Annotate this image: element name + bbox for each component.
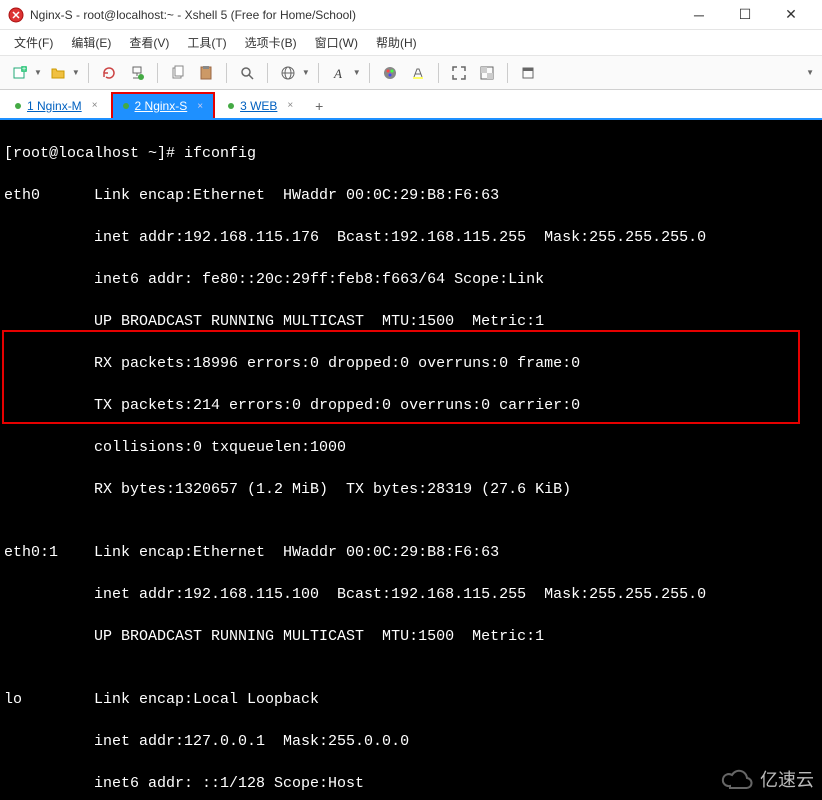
copy-icon[interactable] (166, 61, 190, 85)
open-icon[interactable] (46, 61, 70, 85)
separator (438, 63, 439, 83)
maximize-button[interactable]: ☐ (722, 0, 768, 30)
tabbar: 1 Nginx-M × 2 Nginx-S × 3 WEB × + (0, 90, 822, 120)
font-icon[interactable]: A (327, 61, 351, 85)
dropdown-icon[interactable]: ▼ (302, 68, 310, 77)
separator (226, 63, 227, 83)
menu-tools[interactable]: 工具(T) (183, 32, 230, 53)
transparency-icon[interactable] (475, 61, 499, 85)
svg-text:+: + (22, 66, 26, 73)
toolbar: + ▼ ▼ ▼ A ▼ ▼ (0, 56, 822, 90)
separator (318, 63, 319, 83)
menu-view[interactable]: 查看(V) (125, 32, 173, 53)
terminal-line: collisions:0 txqueuelen:1000 (4, 437, 818, 458)
watermark: 亿速云 (720, 766, 814, 792)
terminal-line: lo Link encap:Local Loopback (4, 689, 818, 710)
new-session-icon[interactable]: + (8, 61, 32, 85)
titlebar: Nginx-S - root@localhost:~ - Xshell 5 (F… (0, 0, 822, 30)
menu-edit[interactable]: 编辑(E) (67, 32, 115, 53)
terminal-line: [root@localhost ~]# ifconfig (4, 143, 818, 164)
terminal-line: RX packets:18996 errors:0 dropped:0 over… (4, 353, 818, 374)
status-dot-icon (15, 103, 21, 109)
terminal-line: inet addr:192.168.115.100 Bcast:192.168.… (4, 584, 818, 605)
window-controls: ─ ☐ ✕ (676, 0, 814, 30)
toolbar-overflow-icon[interactable]: ▼ (806, 68, 814, 77)
dropdown-icon[interactable]: ▼ (72, 68, 80, 77)
terminal-line: eth0 Link encap:Ethernet HWaddr 00:0C:29… (4, 185, 818, 206)
menu-file[interactable]: 文件(F) (10, 32, 57, 53)
tab-label: 2 Nginx-S (135, 99, 188, 113)
status-dot-icon (228, 103, 234, 109)
find-icon[interactable] (235, 61, 259, 85)
terminal-line: inet addr:127.0.0.1 Mask:255.0.0.0 (4, 731, 818, 752)
separator (507, 63, 508, 83)
terminal[interactable]: [root@localhost ~]# ifconfig eth0 Link e… (0, 120, 822, 800)
menubar: 文件(F) 编辑(E) 查看(V) 工具(T) 选项卡(B) 窗口(W) 帮助(… (0, 30, 822, 56)
reconnect-icon[interactable] (97, 61, 121, 85)
watermark-text: 亿速云 (760, 766, 814, 792)
tab-nginx-s[interactable]: 2 Nginx-S × (111, 92, 216, 118)
close-button[interactable]: ✕ (768, 0, 814, 30)
minimize-button[interactable]: ─ (676, 0, 722, 30)
terminal-line: UP BROADCAST RUNNING MULTICAST MTU:1500 … (4, 626, 818, 647)
close-icon[interactable]: × (197, 101, 203, 112)
close-icon[interactable]: × (287, 100, 293, 111)
menu-window[interactable]: 窗口(W) (311, 32, 362, 53)
tab-label: 1 Nginx-M (27, 99, 82, 113)
svg-text:A: A (333, 66, 342, 81)
separator (267, 63, 268, 83)
separator (369, 63, 370, 83)
tab-add-button[interactable]: + (306, 92, 332, 118)
terminal-line: eth0:1 Link encap:Ethernet HWaddr 00:0C:… (4, 542, 818, 563)
fullscreen-icon[interactable] (447, 61, 471, 85)
cloud-icon (720, 768, 754, 790)
terminal-line: TX packets:214 errors:0 dropped:0 overru… (4, 395, 818, 416)
menu-tabs[interactable]: 选项卡(B) (241, 32, 301, 53)
terminal-line: inet6 addr: ::1/128 Scope:Host (4, 773, 818, 794)
status-dot-icon (123, 103, 129, 109)
tab-nginx-m[interactable]: 1 Nginx-M × (4, 92, 109, 118)
close-icon[interactable]: × (92, 100, 98, 111)
menu-help[interactable]: 帮助(H) (372, 32, 421, 53)
separator (157, 63, 158, 83)
terminal-line: inet6 addr: fe80::20c:29ff:feb8:f663/64 … (4, 269, 818, 290)
terminal-line: UP BROADCAST RUNNING MULTICAST MTU:1500 … (4, 311, 818, 332)
highlight-icon[interactable] (406, 61, 430, 85)
ontop-icon[interactable] (516, 61, 540, 85)
tab-label: 3 WEB (240, 99, 277, 113)
plus-icon: + (315, 98, 323, 114)
tab-web[interactable]: 3 WEB × (217, 92, 304, 118)
terminal-line: RX bytes:1320657 (1.2 MiB) TX bytes:2831… (4, 479, 818, 500)
color-scheme-icon[interactable] (378, 61, 402, 85)
paste-icon[interactable] (194, 61, 218, 85)
dropdown-icon[interactable]: ▼ (353, 68, 361, 77)
app-icon (8, 7, 24, 23)
window-title: Nginx-S - root@localhost:~ - Xshell 5 (F… (30, 8, 676, 22)
disconnect-icon[interactable] (125, 61, 149, 85)
globe-icon[interactable] (276, 61, 300, 85)
dropdown-icon[interactable]: ▼ (34, 68, 42, 77)
terminal-line: inet addr:192.168.115.176 Bcast:192.168.… (4, 227, 818, 248)
separator (88, 63, 89, 83)
